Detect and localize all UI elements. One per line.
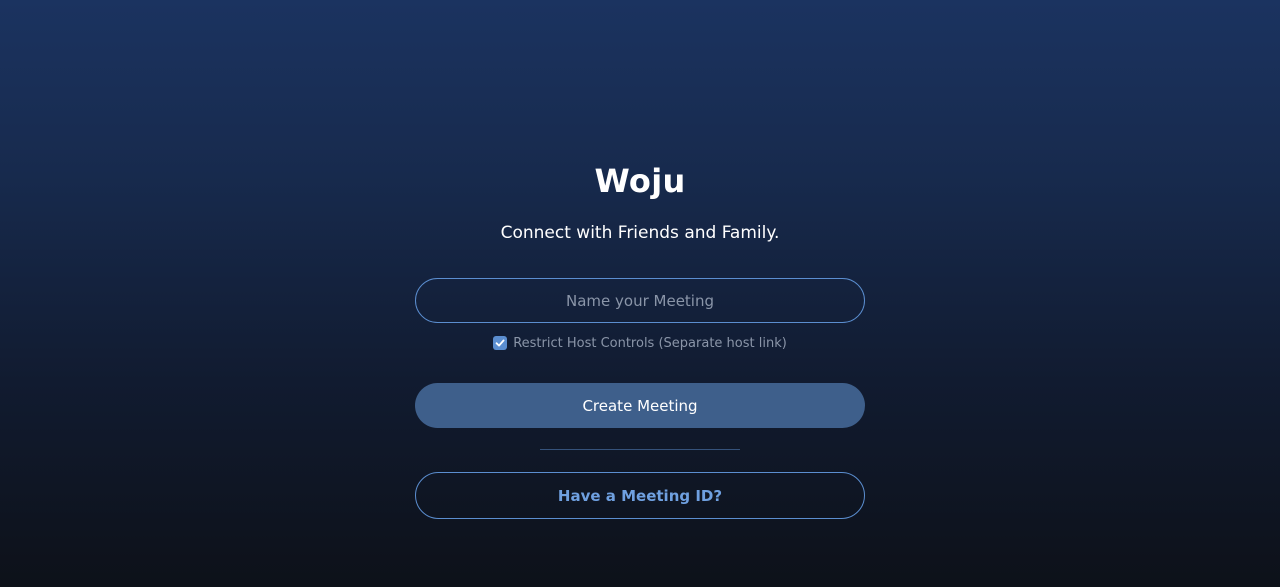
divider xyxy=(540,449,740,450)
restrict-host-checkbox[interactable] xyxy=(493,336,508,350)
check-icon xyxy=(495,339,505,347)
app-tagline: Connect with Friends and Family. xyxy=(500,223,780,243)
app-title: Woju xyxy=(594,162,686,200)
meeting-name-input[interactable] xyxy=(415,278,865,323)
restrict-host-label: Restrict Host Controls (Separate host li… xyxy=(513,335,787,351)
create-meeting-button[interactable]: Create Meeting xyxy=(415,383,865,428)
have-meeting-id-button[interactable]: Have a Meeting ID? xyxy=(415,472,865,519)
meeting-card: Woju Connect with Friends and Family. Re… xyxy=(415,160,865,519)
restrict-host-option[interactable]: Restrict Host Controls (Separate host li… xyxy=(493,333,787,353)
